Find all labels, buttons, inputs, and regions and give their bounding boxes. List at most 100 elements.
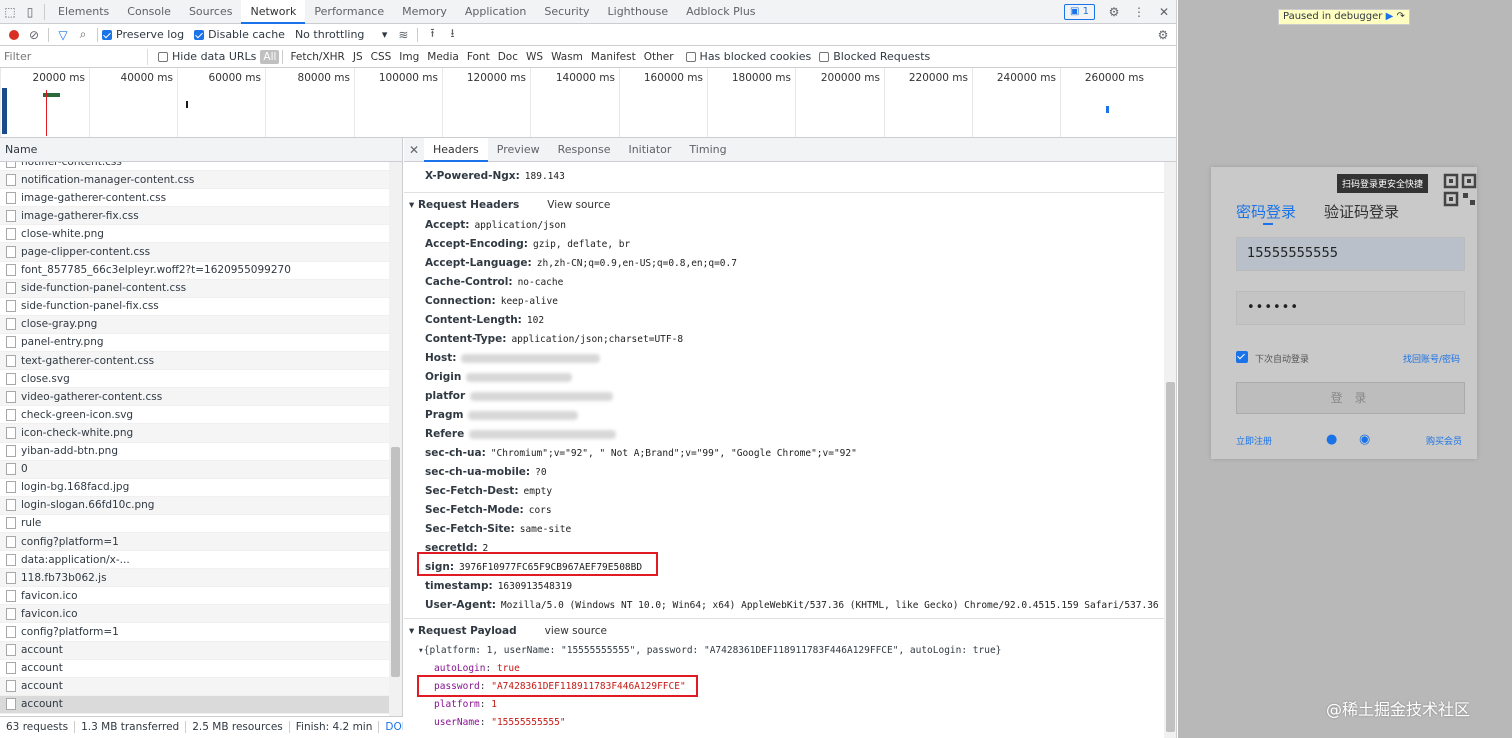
step-over-icon[interactable]: ↷ (1396, 11, 1404, 22)
request-row[interactable]: video-gatherer-content.css (0, 388, 389, 407)
detail-scrollbar[interactable] (1164, 162, 1176, 738)
export-har-icon[interactable]: ⭳ (442, 25, 462, 45)
request-row[interactable]: data:application/x-... (0, 551, 389, 570)
request-row[interactable]: 118.fb73b062.js (0, 569, 389, 588)
request-payload-section[interactable]: ▾ Request Payload view source (404, 618, 1164, 642)
tab-console[interactable]: Console (118, 0, 180, 24)
auto-login-checkbox[interactable] (1236, 351, 1248, 363)
tab-password-login[interactable]: 密码登录 (1236, 201, 1296, 222)
clear-icon[interactable]: ⊘ (24, 25, 44, 45)
request-row[interactable]: side-function-panel-fix.css (0, 298, 389, 316)
tab-headers[interactable]: Headers (424, 137, 488, 162)
scrollbar-thumb[interactable] (391, 447, 400, 677)
request-row[interactable]: font_857785_66c3elpleyr.woff2?t=16209550… (0, 262, 389, 280)
phone-input[interactable]: 15555555555 (1236, 237, 1465, 271)
request-row[interactable]: yiban-add-btn.png (0, 443, 389, 461)
record-icon[interactable] (4, 25, 24, 45)
network-conditions-icon[interactable]: ≋ (393, 25, 413, 45)
tab-code-login[interactable]: 验证码登录 (1324, 201, 1399, 222)
filter-type-wasm[interactable]: Wasm (547, 51, 587, 63)
qq-icon[interactable]: ● (1326, 432, 1337, 447)
request-row[interactable]: account (0, 660, 389, 678)
login-button[interactable]: 登 录 (1236, 382, 1465, 414)
request-row[interactable]: account (0, 641, 389, 660)
filter-input[interactable] (4, 48, 148, 65)
blocked-requests-checkbox[interactable] (819, 51, 830, 62)
tab-elements[interactable]: Elements (49, 0, 118, 24)
tab-sources[interactable]: Sources (180, 0, 242, 24)
view-source-link[interactable]: View source (547, 199, 610, 211)
tab-response[interactable]: Response (549, 138, 620, 162)
hide-data-urls-checkbox[interactable] (158, 51, 168, 62)
more-options-icon[interactable]: ⋮ (1129, 2, 1149, 22)
issues-badge[interactable]: ▣ 1 (1064, 4, 1096, 20)
device-toolbar-icon[interactable]: ▯ (20, 2, 40, 22)
request-row[interactable]: close.svg (0, 370, 389, 389)
filter-type-other[interactable]: Other (640, 51, 678, 63)
filter-type-all[interactable]: All (260, 49, 280, 64)
tab-adblock-plus[interactable]: Adblock Plus (677, 0, 764, 24)
request-row[interactable]: image-gatherer-content.css (0, 189, 389, 208)
request-row[interactable]: login-bg.168facd.jpg (0, 479, 389, 497)
request-row[interactable]: close-white.png (0, 225, 389, 244)
blocked-cookies-checkbox[interactable] (685, 51, 696, 62)
tab-initiator[interactable]: Initiator (619, 138, 680, 162)
filter-icon[interactable]: ▽ (53, 25, 73, 45)
request-row[interactable]: text-gatherer-content.css (0, 352, 389, 371)
tab-security[interactable]: Security (535, 0, 598, 24)
request-row[interactable]: account (0, 677, 389, 696)
tab-timing[interactable]: Timing (680, 138, 735, 162)
request-row[interactable]: account (0, 695, 389, 714)
request-row[interactable]: check-green-icon.svg (0, 406, 389, 425)
throttling-select[interactable]: No throttling ▾ (295, 28, 387, 41)
request-row[interactable]: page-clipper-content.css (0, 243, 389, 262)
request-row[interactable]: notification-manager-content.css (0, 171, 389, 190)
close-detail-icon[interactable]: ✕ (404, 140, 424, 160)
filter-type-css[interactable]: CSS (367, 51, 396, 63)
buy-vip-link[interactable]: 购买会员 (1426, 434, 1462, 447)
search-icon[interactable]: ⌕ (73, 25, 93, 45)
request-row[interactable]: config?platform=1 (0, 532, 389, 552)
request-row[interactable]: close-gray.png (0, 315, 389, 334)
wechat-icon[interactable]: ◉ (1359, 432, 1370, 447)
tab-lighthouse[interactable]: Lighthouse (599, 0, 678, 24)
close-devtools-icon[interactable]: ✕ (1154, 2, 1174, 22)
scrollbar-thumb[interactable] (1166, 382, 1175, 732)
name-column-header[interactable]: Name (0, 138, 402, 162)
request-row[interactable]: rule (0, 515, 389, 533)
request-headers-section[interactable]: ▾ Request Headers View source (404, 192, 1164, 216)
request-row[interactable]: login-slogan.66fd10c.png (0, 496, 389, 515)
tab-application[interactable]: Application (456, 0, 535, 24)
password-input[interactable]: •••••• (1236, 291, 1465, 325)
filter-type-ws[interactable]: WS (522, 51, 547, 63)
filter-type-img[interactable]: Img (395, 51, 423, 63)
filter-type-doc[interactable]: Doc (494, 51, 522, 63)
request-row[interactable]: panel-entry.png (0, 334, 389, 353)
filter-type-manifest[interactable]: Manifest (587, 51, 640, 63)
filter-type-fetch[interactable]: Fetch/XHR (286, 51, 348, 63)
register-link[interactable]: 立即注册 (1236, 434, 1272, 447)
inspect-element-icon[interactable]: ⬚ (0, 2, 20, 22)
network-overview[interactable]: 20000 ms 40000 ms 60000 ms 80000 ms 1000… (0, 68, 1176, 138)
tab-memory[interactable]: Memory (393, 0, 456, 24)
forgot-password-link[interactable]: 找回账号/密码 (1403, 352, 1460, 365)
request-row[interactable]: icon-check-white.png (0, 424, 389, 443)
request-row[interactable]: side-function-panel-content.css (0, 279, 389, 298)
tab-preview[interactable]: Preview (488, 138, 549, 162)
request-list-scrollbar[interactable] (389, 162, 402, 716)
payload-view-source-link[interactable]: view source (545, 625, 607, 637)
qr-code-icon[interactable] (1443, 173, 1477, 207)
preserve-log-checkbox[interactable] (102, 29, 112, 40)
request-row[interactable]: image-gatherer-fix.css (0, 207, 389, 226)
filter-type-font[interactable]: Font (463, 51, 494, 63)
import-har-icon[interactable]: ⭱ (422, 25, 442, 45)
request-row[interactable]: 0 (0, 460, 389, 479)
tab-network[interactable]: Network (241, 0, 306, 24)
filter-type-media[interactable]: Media (423, 51, 463, 63)
request-row[interactable]: config?platform=1 (0, 623, 389, 642)
network-settings-icon[interactable]: ⚙ (1153, 25, 1173, 45)
request-row[interactable]: favicon.ico (0, 605, 389, 624)
request-row[interactable]: favicon.ico (0, 587, 389, 606)
payload-summary[interactable]: ▾{platform: 1, userName: "15555555555", … (404, 642, 1164, 660)
resume-icon[interactable]: ▶ (1386, 11, 1394, 22)
